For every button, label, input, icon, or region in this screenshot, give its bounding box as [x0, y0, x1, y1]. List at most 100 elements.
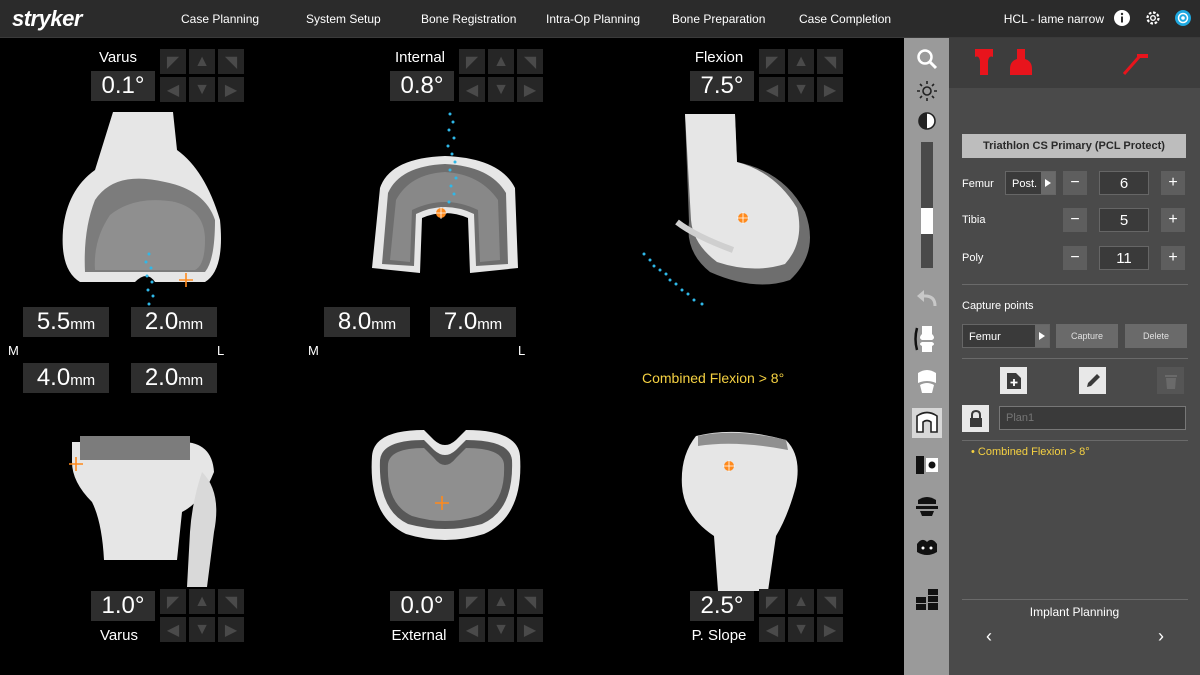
- rotate-up-left-button[interactable]: ◤: [459, 49, 485, 74]
- new-plan-button[interactable]: [1000, 367, 1027, 394]
- implant-icon: [916, 411, 938, 433]
- move-left-button[interactable]: ◀: [759, 77, 785, 102]
- move-right-button[interactable]: ▶: [517, 617, 543, 642]
- saw-tool-red-icon[interactable]: [1121, 50, 1149, 76]
- move-right-button[interactable]: ▶: [218, 617, 244, 642]
- tab-bone-registration[interactable]: Bone Registration: [421, 12, 516, 26]
- move-right-button[interactable]: ▶: [517, 77, 543, 102]
- tibia-axial-bone-model: [371, 430, 521, 540]
- edit-plan-button[interactable]: [1079, 367, 1106, 394]
- plan-name-input[interactable]: [999, 406, 1186, 430]
- implant-type-title[interactable]: Triathlon CS Primary (PCL Protect): [962, 134, 1186, 158]
- tibia-axial-angle-label: External: [391, 627, 447, 644]
- femur-axial-landmark-marker: [435, 207, 447, 219]
- capture-points-title: Capture points: [962, 300, 1034, 312]
- move-up-button[interactable]: ▲: [488, 49, 514, 74]
- contrast-tool[interactable]: [912, 106, 942, 136]
- divider: [962, 599, 1188, 600]
- capture-bone-select[interactable]: Femur: [962, 324, 1050, 348]
- femur-front-view: Varus 0.1° ◤ ▲ ◥ ◀ ▼ ▶ 5.5mm 2.0mm M L: [0, 38, 300, 358]
- femur-front-registration-points: [144, 252, 155, 306]
- gap-unit: mm: [70, 316, 96, 333]
- move-down-button[interactable]: ▼: [488, 77, 514, 102]
- tibia-red-icon[interactable]: [1008, 47, 1034, 77]
- femur-red-icon[interactable]: [973, 47, 995, 77]
- femur-component-icon: [918, 370, 936, 393]
- undo-tool[interactable]: [912, 284, 942, 314]
- info-icon[interactable]: [1113, 9, 1131, 27]
- implant-planning-tool[interactable]: [912, 408, 942, 438]
- femur-decrement-button[interactable]: −: [1063, 171, 1087, 195]
- camera-view-tool[interactable]: [912, 450, 942, 480]
- trash-icon: [1164, 374, 1177, 389]
- tibia-resection-icon: [916, 497, 938, 516]
- delete-plan-button[interactable]: [1157, 367, 1184, 394]
- rotate-up-right-button[interactable]: ◥: [517, 589, 543, 614]
- contrast-slider-thumb[interactable]: [921, 208, 933, 234]
- rotate-up-right-button[interactable]: ◥: [817, 589, 843, 614]
- move-left-button[interactable]: ◀: [160, 77, 186, 102]
- delete-button[interactable]: Delete: [1125, 324, 1187, 348]
- femur-component-tool[interactable]: [912, 366, 942, 396]
- rotate-up-left-button[interactable]: ◤: [160, 589, 186, 614]
- femur-increment-button[interactable]: +: [1161, 171, 1185, 195]
- move-up-button[interactable]: ▲: [788, 49, 814, 74]
- rotate-up-right-button[interactable]: ◥: [517, 49, 543, 74]
- femur-front-arrow-pad: ◤ ▲ ◥ ◀ ▼ ▶: [160, 49, 244, 103]
- poly-size-label: Poly: [962, 252, 984, 264]
- tab-case-completion[interactable]: Case Completion: [799, 12, 891, 26]
- move-right-button[interactable]: ▶: [817, 77, 843, 102]
- tibia-decrement-button[interactable]: −: [1063, 208, 1087, 232]
- knee-joint-icon: [914, 326, 934, 352]
- gap-value: 2.0: [144, 364, 179, 391]
- tab-case-planning[interactable]: Case Planning: [181, 12, 259, 26]
- gear-icon[interactable]: [1144, 9, 1162, 27]
- prev-step-button[interactable]: ‹: [979, 626, 999, 646]
- tab-system-setup[interactable]: System Setup: [306, 12, 381, 26]
- move-down-button[interactable]: ▼: [189, 617, 215, 642]
- rotate-up-right-button[interactable]: ◥: [218, 49, 244, 74]
- combined-flexion-warning: Combined Flexion > 8°: [642, 370, 785, 386]
- tab-bone-preparation[interactable]: Bone Preparation: [672, 12, 765, 26]
- rotate-up-left-button[interactable]: ◤: [759, 49, 785, 74]
- move-up-button[interactable]: ▲: [189, 49, 215, 74]
- tibia-lateral-landmark-marker: [723, 460, 735, 472]
- view-toolbar: [904, 38, 949, 675]
- zoom-tool[interactable]: [912, 44, 942, 74]
- poly-decrement-button[interactable]: −: [1063, 246, 1087, 270]
- tibia-increment-button[interactable]: +: [1161, 208, 1185, 232]
- move-down-button[interactable]: ▼: [788, 77, 814, 102]
- femur-position-select[interactable]: Post.: [1005, 171, 1056, 195]
- tibia-lateral-angle-label: P. Slope: [691, 627, 747, 644]
- move-right-button[interactable]: ▶: [817, 617, 843, 642]
- move-right-button[interactable]: ▶: [218, 77, 244, 102]
- rotate-up-right-button[interactable]: ◥: [218, 589, 244, 614]
- implant-planning-footer-title: Implant Planning: [1029, 605, 1120, 619]
- move-up-button[interactable]: ▲: [189, 589, 215, 614]
- rotate-up-right-button[interactable]: ◥: [817, 49, 843, 74]
- camera-icon: [916, 456, 938, 474]
- move-left-button[interactable]: ◀: [459, 77, 485, 102]
- rotate-up-left-button[interactable]: ◤: [160, 49, 186, 74]
- poly-increment-button[interactable]: +: [1161, 246, 1185, 270]
- next-step-button[interactable]: ›: [1151, 626, 1171, 646]
- femur-axial-view: Internal 0.8° ◤ ▲ ◥ ◀ ▼ ▶ 8.0mm 7.0mm M …: [300, 38, 600, 358]
- move-up-button[interactable]: ▲: [788, 589, 814, 614]
- move-down-button[interactable]: ▼: [189, 77, 215, 102]
- contrast-slider[interactable]: [921, 142, 933, 268]
- knee-view-tool[interactable]: [912, 324, 942, 354]
- lock-plan-button[interactable]: [962, 405, 989, 432]
- move-up-button[interactable]: ▲: [488, 589, 514, 614]
- brightness-tool[interactable]: [912, 76, 942, 106]
- move-down-button[interactable]: ▼: [788, 617, 814, 642]
- rotate-up-left-button[interactable]: ◤: [759, 589, 785, 614]
- camera-status-icon[interactable]: [1174, 9, 1192, 27]
- rotate-up-left-button[interactable]: ◤: [459, 589, 485, 614]
- tibia-resection-tool[interactable]: [912, 490, 942, 520]
- bone-model-tool[interactable]: [912, 532, 942, 562]
- move-down-button[interactable]: ▼: [488, 617, 514, 642]
- summary-tool[interactable]: [912, 584, 942, 614]
- femur-lateral-angle-value: 7.5°: [690, 71, 754, 101]
- capture-button[interactable]: Capture: [1056, 324, 1118, 348]
- tab-intra-op-planning[interactable]: Intra-Op Planning: [546, 12, 640, 26]
